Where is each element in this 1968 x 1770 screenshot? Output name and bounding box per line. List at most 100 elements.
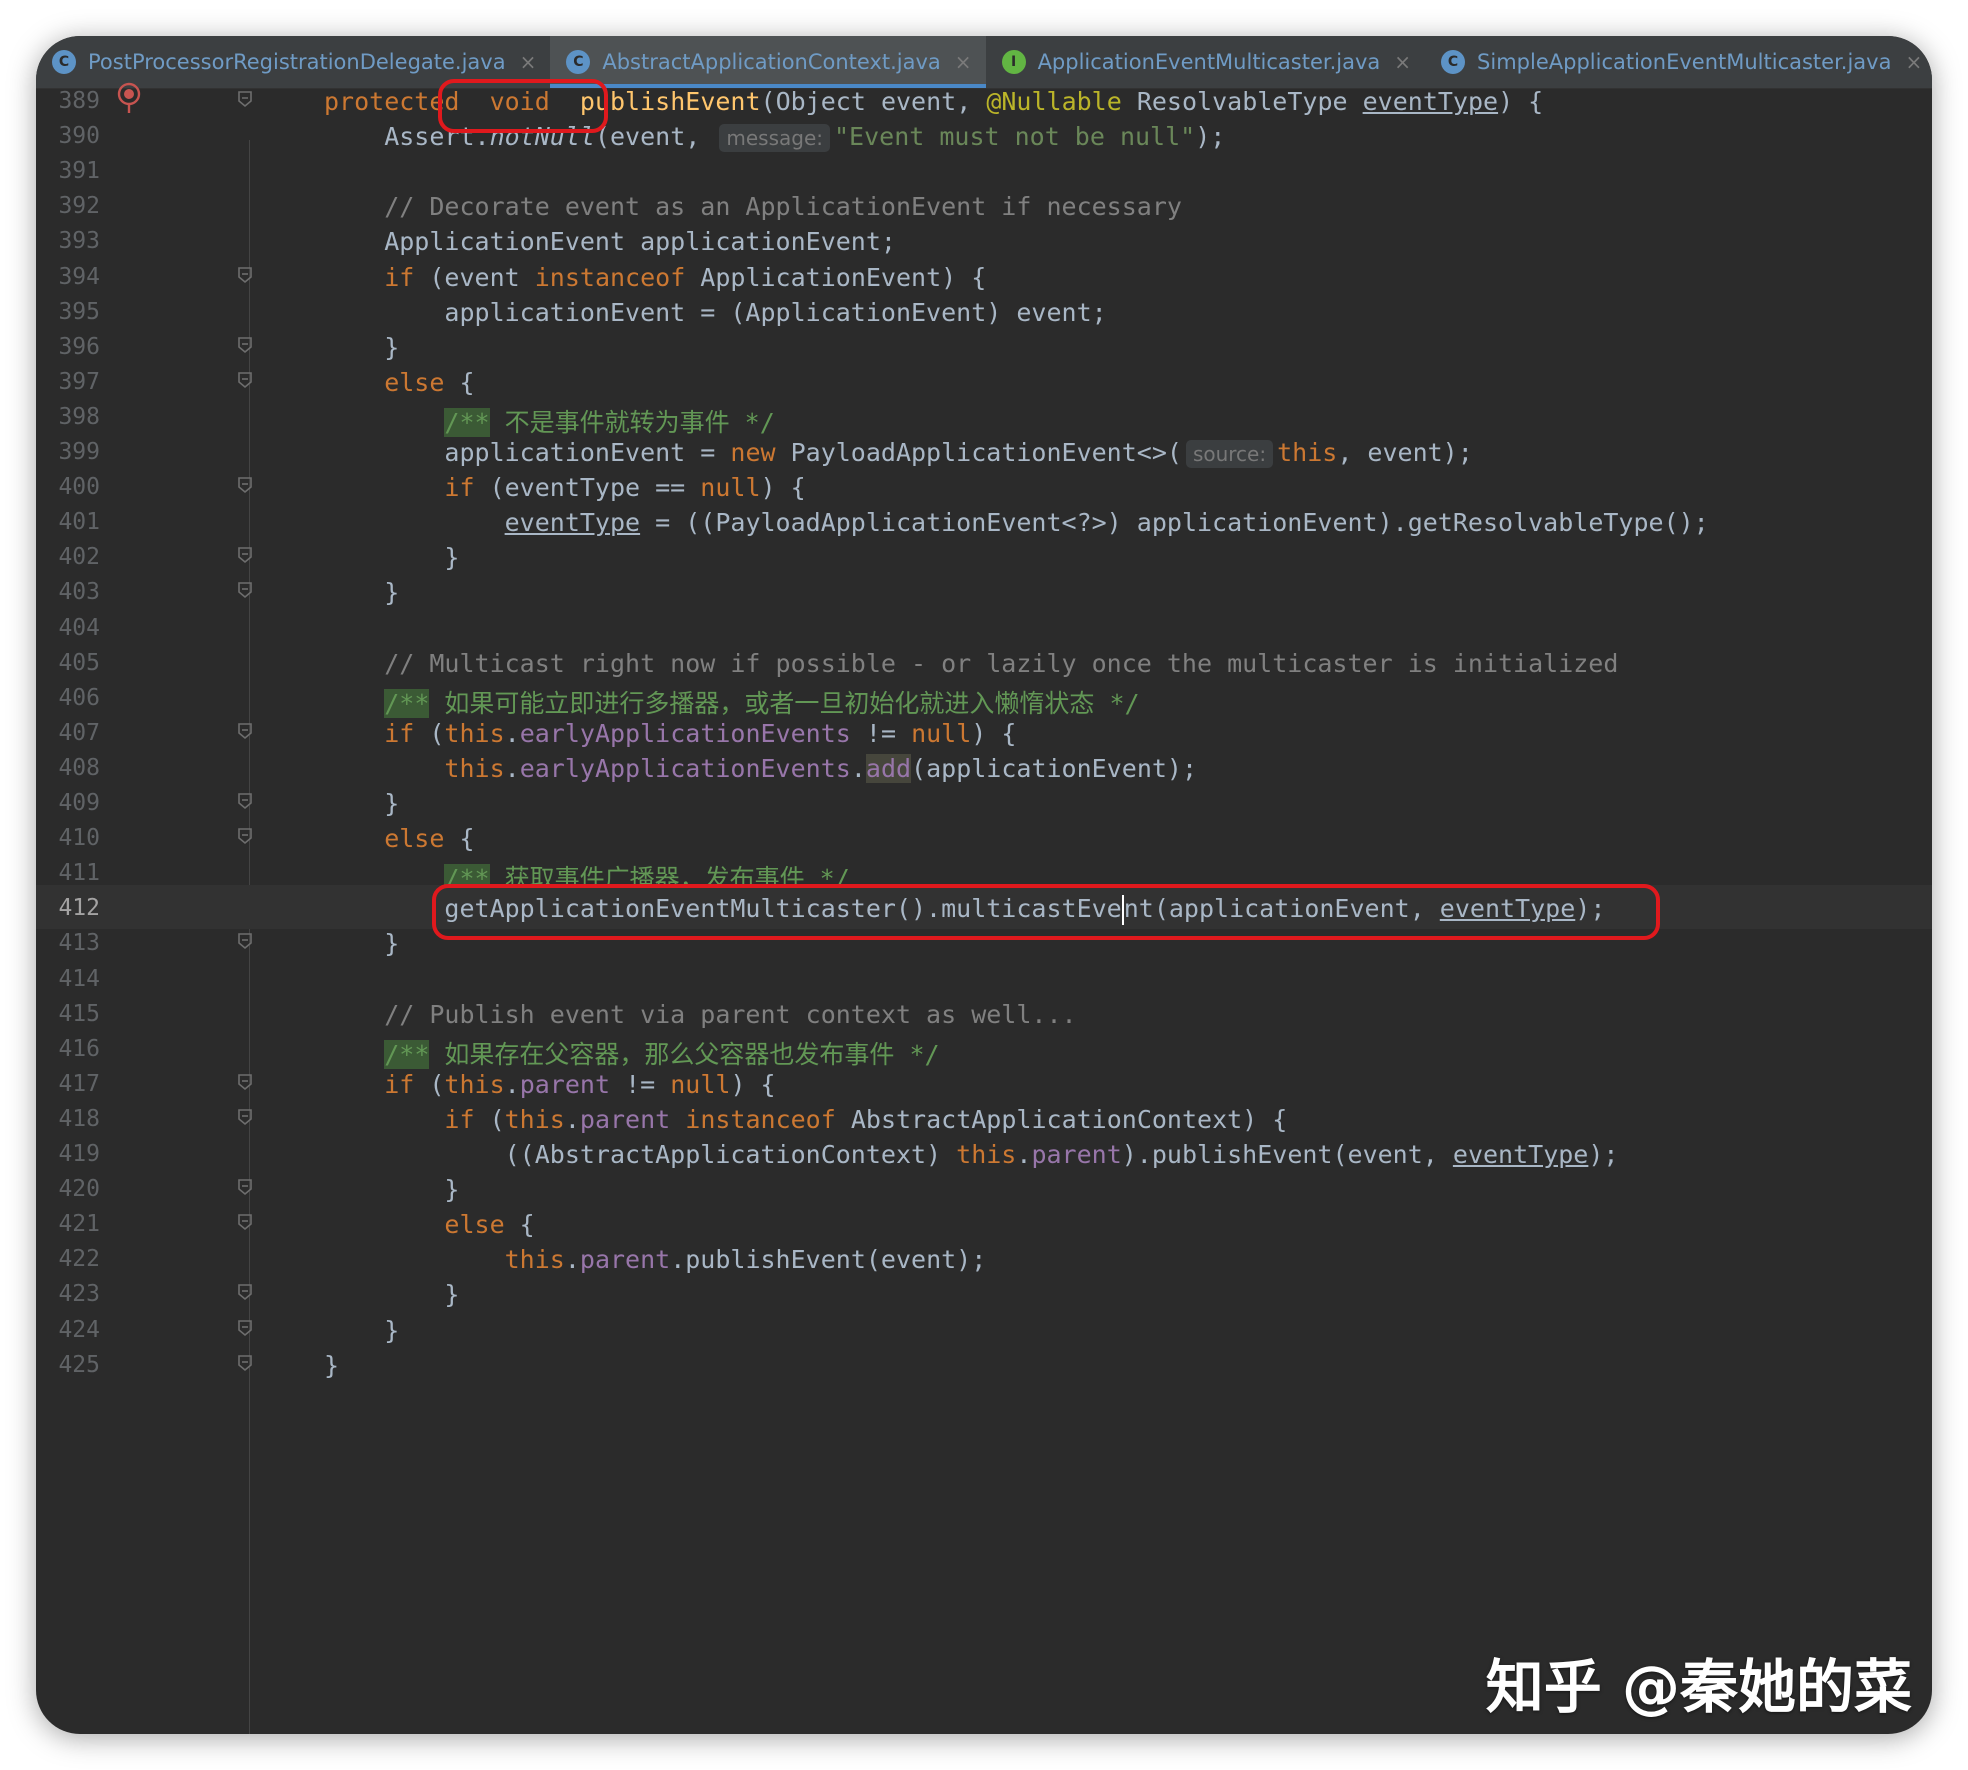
code-text: } bbox=[324, 1351, 339, 1380]
line-number: 419 bbox=[58, 1141, 100, 1167]
code-token: (event, bbox=[594, 122, 716, 152]
fold-marker-icon[interactable] bbox=[238, 266, 252, 284]
code-token: ( bbox=[414, 718, 445, 748]
fold-marker-icon[interactable] bbox=[238, 792, 252, 810]
line-number: 421 bbox=[58, 1211, 100, 1238]
fold-marker-icon[interactable] bbox=[238, 1178, 252, 1196]
code-line[interactable]: 425} bbox=[36, 1342, 1932, 1386]
code-token: else bbox=[324, 824, 445, 854]
line-number: 398 bbox=[58, 403, 100, 430]
code-token: eventType bbox=[1452, 1140, 1589, 1169]
code-token: . bbox=[504, 1069, 520, 1099]
code-token: applicationEvent = bbox=[324, 438, 731, 467]
fold-marker-icon[interactable] bbox=[238, 1283, 252, 1301]
code-token: new bbox=[730, 438, 776, 467]
line-number: 410 bbox=[58, 825, 100, 852]
code-token: ( bbox=[474, 1104, 505, 1134]
line-number: 391 bbox=[58, 158, 100, 185]
fold-marker-icon[interactable] bbox=[238, 1319, 252, 1337]
code-token: . bbox=[564, 1104, 580, 1134]
code-text: protected void publishEvent(Object event… bbox=[324, 87, 1543, 116]
fold-marker-icon[interactable] bbox=[238, 336, 252, 354]
code-text: applicationEvent = new PayloadApplicatio… bbox=[324, 438, 1473, 468]
code-text: applicationEvent = (ApplicationEvent) ev… bbox=[324, 297, 1107, 327]
code-token: (applicationEvent); bbox=[911, 753, 1198, 783]
code-token: } bbox=[324, 578, 400, 608]
close-icon[interactable]: × bbox=[955, 50, 972, 74]
line-number: 395 bbox=[58, 298, 100, 325]
tab-label: PostProcessorRegistrationDelegate.java bbox=[88, 50, 506, 74]
code-token: null bbox=[911, 718, 972, 748]
code-token: eventType bbox=[1439, 894, 1576, 924]
code-token: ); bbox=[1575, 894, 1606, 924]
fold-marker-icon[interactable] bbox=[238, 546, 252, 564]
code-token: notNull bbox=[489, 122, 595, 152]
code-token: ) { bbox=[1498, 87, 1544, 116]
code-token: this bbox=[956, 1140, 1017, 1169]
code-token: this bbox=[444, 1069, 505, 1099]
close-icon[interactable]: × bbox=[520, 50, 537, 74]
code-token: { bbox=[444, 367, 475, 397]
code-token: } bbox=[324, 543, 460, 573]
line-number: 409 bbox=[58, 790, 100, 816]
code-token: ApplicationEvent applicationEvent; bbox=[324, 227, 896, 257]
fold-marker-icon[interactable] bbox=[238, 90, 252, 108]
code-token: eventType bbox=[1362, 87, 1499, 116]
class-icon: C bbox=[566, 50, 591, 74]
code-token: this bbox=[1277, 438, 1338, 467]
code-text: // Decorate event as an ApplicationEvent… bbox=[324, 192, 1182, 221]
code-token: parent bbox=[1031, 1140, 1122, 1169]
fold-marker-icon[interactable] bbox=[238, 1354, 252, 1372]
code-token: eventType bbox=[504, 508, 641, 538]
tab-label: SimpleApplicationEventMulticaster.java bbox=[1477, 50, 1892, 74]
line-number: 425 bbox=[58, 1351, 100, 1378]
code-text: else { bbox=[324, 367, 475, 397]
fold-marker-icon[interactable] bbox=[238, 1073, 252, 1091]
code-text: Assert.notNull(event, message: "Event mus… bbox=[324, 122, 1225, 153]
line-number: 399 bbox=[58, 439, 100, 465]
fold-marker-icon[interactable] bbox=[238, 371, 252, 389]
fold-marker-icon[interactable] bbox=[238, 476, 252, 494]
line-number: 405 bbox=[58, 649, 100, 676]
line-number: 415 bbox=[58, 1000, 100, 1027]
fold-marker-icon[interactable] bbox=[238, 827, 252, 845]
code-text: } bbox=[324, 578, 399, 607]
code-token: applicationEvent = (ApplicationEvent) ev… bbox=[324, 297, 1107, 327]
code-token: parent bbox=[579, 1245, 671, 1275]
line-number: 417 bbox=[58, 1070, 100, 1097]
fold-marker-icon[interactable] bbox=[238, 581, 252, 599]
line-number: 392 bbox=[58, 193, 100, 220]
code-token: add bbox=[865, 753, 912, 783]
code-token: earlyApplicationEvents bbox=[519, 718, 851, 748]
fold-marker-icon[interactable] bbox=[238, 932, 252, 950]
line-number: 412 bbox=[58, 895, 100, 922]
code-token: ) { bbox=[760, 473, 806, 503]
line-number: 407 bbox=[58, 719, 100, 746]
code-text: } bbox=[324, 789, 399, 818]
tab-label: ApplicationEventMulticaster.java bbox=[1037, 50, 1381, 74]
line-number: 401 bbox=[58, 509, 100, 536]
line-number: 404 bbox=[58, 614, 100, 641]
code-token: null bbox=[700, 473, 761, 503]
code-token: AbstractApplicationContext) { bbox=[835, 1104, 1288, 1134]
fold-marker-icon[interactable] bbox=[238, 722, 252, 740]
code-token: (eventType == bbox=[474, 473, 701, 503]
code-token: "Event must not be null" bbox=[833, 122, 1196, 152]
fold-marker-icon[interactable] bbox=[238, 1213, 252, 1231]
code-token: { bbox=[504, 1210, 535, 1240]
code-token: protected bbox=[324, 87, 460, 116]
code-token: if bbox=[324, 1069, 415, 1099]
code-text: eventType = ((PayloadApplicationEvent<?>… bbox=[324, 508, 1709, 537]
code-token: this bbox=[324, 753, 505, 783]
code-text: this.earlyApplicationEvents.add(applicat… bbox=[324, 753, 1198, 783]
close-icon[interactable]: × bbox=[1905, 50, 1922, 74]
code-text: if (event instanceof ApplicationEvent) { bbox=[324, 263, 986, 292]
code-token: PayloadApplicationEvent<>( bbox=[775, 438, 1182, 467]
code-token: this bbox=[444, 718, 505, 748]
line-number: 393 bbox=[58, 228, 100, 255]
close-icon[interactable]: × bbox=[1394, 50, 1411, 74]
code-token: , event); bbox=[1337, 438, 1473, 467]
code-editor[interactable]: 389 protected void publishEvent(Object ev… bbox=[36, 82, 1932, 1734]
code-token: . bbox=[564, 1245, 580, 1275]
fold-marker-icon[interactable] bbox=[238, 1108, 252, 1126]
